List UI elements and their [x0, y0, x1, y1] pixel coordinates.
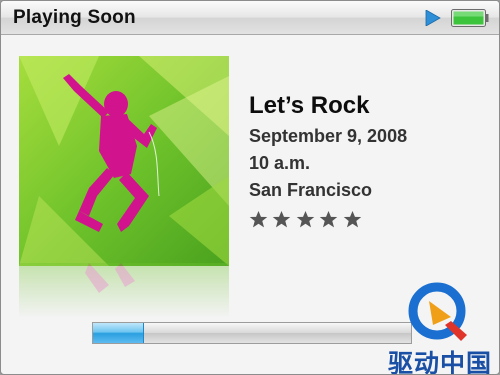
playback-progress-bar[interactable] — [92, 322, 412, 344]
event-time: 10 a.m. — [249, 153, 311, 173]
device-screen: Playing Soon Let’s Rock September 9, 200… — [0, 0, 500, 375]
screen-title: Playing Soon — [13, 7, 136, 28]
star-icon[interactable] — [272, 210, 291, 229]
progress-fill — [93, 323, 144, 343]
album-art — [19, 56, 229, 266]
rating-stars[interactable] — [249, 210, 362, 230]
battery-icon — [451, 9, 489, 27]
star-icon[interactable] — [343, 210, 362, 229]
play-icon — [425, 10, 441, 26]
star-icon[interactable] — [319, 210, 338, 229]
album-art-reflection — [19, 263, 229, 318]
event-date: September 9, 2008 — [249, 126, 408, 146]
event-location: San Francisco — [249, 180, 373, 200]
star-icon[interactable] — [249, 210, 268, 229]
star-icon[interactable] — [296, 210, 315, 229]
track-info: Let’s Rock September 9, 2008 10 a.m. San… — [249, 91, 407, 204]
song-title: Let’s Rock — [249, 92, 370, 119]
title-bar: Playing Soon — [1, 1, 499, 35]
watermark-text: 驱动中国 — [387, 349, 492, 375]
